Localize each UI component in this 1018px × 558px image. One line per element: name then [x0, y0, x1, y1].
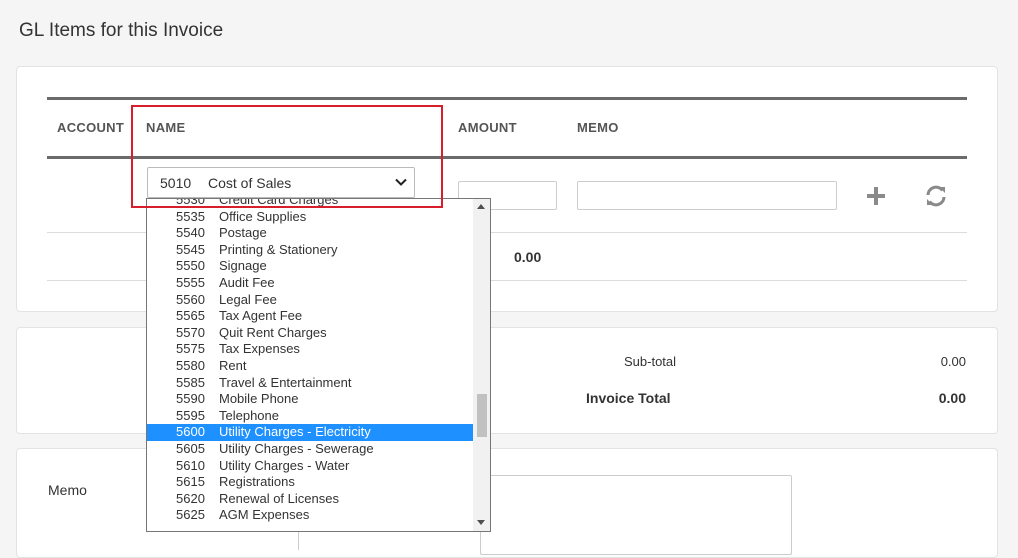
option-name: Mobile Phone	[219, 391, 299, 407]
scrollbar-thumb[interactable]	[477, 394, 487, 437]
subtotal-value: 0.00	[940, 354, 966, 369]
option-name: Utility Charges - Water	[219, 457, 350, 473]
memo-input[interactable]	[577, 181, 837, 210]
option-name: Postage	[219, 225, 267, 241]
option-code: 5580	[176, 357, 205, 373]
invoice-memo-textarea[interactable]	[480, 475, 792, 555]
column-header-memo: MEMO	[577, 120, 619, 135]
dropdown-option[interactable]: 5610 Utility Charges - Water	[147, 458, 474, 475]
option-code: 5610	[176, 457, 205, 473]
subtotal-label: Sub-total	[624, 354, 677, 369]
dropdown-option[interactable]: 5565 Tax Agent Fee	[147, 308, 474, 325]
option-name: Renewal of Licenses	[219, 490, 339, 506]
option-code: 5585	[176, 374, 205, 390]
dropdown-scrollbar[interactable]	[473, 199, 490, 531]
option-name: Travel & Entertainment	[219, 374, 352, 390]
refresh-icon[interactable]	[924, 184, 948, 208]
dropdown-option[interactable]: 5600 Utility Charges - Electricity	[147, 424, 474, 441]
option-name: Legal Fee	[219, 291, 277, 307]
option-name: Utility Charges - Electricity	[219, 424, 371, 440]
dropdown-option[interactable]: 5625 AGM Expenses	[147, 507, 474, 524]
dropdown-option[interactable]: 5605 Utility Charges - Sewerage	[147, 441, 474, 458]
option-name: Rent	[219, 357, 247, 373]
dropdown-option[interactable]: 5545 Printing & Stationery	[147, 242, 474, 259]
invoice-total-label: Invoice Total	[586, 390, 671, 406]
scroll-up-icon[interactable]	[477, 204, 485, 209]
option-code: 5625	[176, 507, 205, 523]
option-name: Audit Fee	[219, 274, 275, 290]
option-name: Tax Expenses	[219, 341, 300, 357]
option-name: Utility Charges - Sewerage	[219, 440, 374, 456]
option-code: 5560	[176, 291, 205, 307]
option-code: 5565	[176, 308, 205, 324]
amount-total: 0.00	[514, 249, 542, 265]
option-name: Printing & Stationery	[219, 241, 338, 257]
option-name: Signage	[219, 258, 267, 274]
option-code: 5550	[176, 258, 205, 274]
option-code: 5590	[176, 391, 205, 407]
option-code: 5615	[176, 474, 205, 490]
dropdown-option[interactable]: 5595 Telephone	[147, 408, 474, 425]
option-code: 5555	[176, 274, 205, 290]
column-header-amount: AMOUNT	[458, 120, 517, 135]
option-code: 5570	[176, 324, 205, 340]
highlight-annotation	[131, 105, 443, 208]
dropdown-option[interactable]: 5550 Signage	[147, 258, 474, 275]
option-code: 5600	[176, 424, 205, 440]
column-header-account: ACCOUNT	[57, 120, 125, 135]
plus-icon[interactable]	[865, 185, 887, 207]
invoice-total-value: 0.00	[938, 390, 966, 406]
option-name: AGM Expenses	[219, 507, 310, 523]
option-code: 5605	[176, 440, 205, 456]
table-top-rule	[47, 97, 967, 100]
dropdown-option[interactable]: 5535 Office Supplies	[147, 209, 474, 226]
dropdown-option[interactable]: 5585 Travel & Entertainment	[147, 375, 474, 392]
dropdown-option[interactable]: 5570 Quit Rent Charges	[147, 325, 474, 342]
scroll-down-icon[interactable]	[477, 520, 485, 525]
option-name: Tax Agent Fee	[219, 308, 303, 324]
dropdown-option[interactable]: 5540 Postage	[147, 225, 474, 242]
dropdown-option[interactable]: 5575 Tax Expenses	[147, 341, 474, 358]
option-name: Telephone	[219, 407, 279, 423]
dropdown-option[interactable]: 5580 Rent	[147, 358, 474, 375]
dropdown-option[interactable]: 5620 Renewal of Licenses	[147, 491, 474, 508]
option-name: Quit Rent Charges	[219, 324, 327, 340]
dropdown-option[interactable]: 5555 Audit Fee	[147, 275, 474, 292]
dropdown-option[interactable]: 5590 Mobile Phone	[147, 391, 474, 408]
option-code: 5595	[176, 407, 205, 423]
dropdown-options: 5530 Credit Card Charges 5535 Office Suppli…	[147, 199, 474, 524]
account-dropdown-list[interactable]: 5530 Credit Card Charges 5535 Office Suppli…	[146, 198, 491, 532]
dropdown-option[interactable]: 5560 Legal Fee	[147, 292, 474, 309]
memo-label: Memo	[48, 482, 87, 498]
page-title: GL Items for this Invoice	[19, 20, 224, 41]
option-code: 5620	[176, 490, 205, 506]
option-code: 5545	[176, 241, 205, 257]
option-name: Registrations	[219, 474, 295, 490]
option-name: Office Supplies	[219, 208, 307, 224]
dropdown-option[interactable]: 5615 Registrations	[147, 474, 474, 491]
option-code: 5575	[176, 341, 205, 357]
option-code: 5535	[176, 208, 205, 224]
option-code: 5540	[176, 225, 205, 241]
